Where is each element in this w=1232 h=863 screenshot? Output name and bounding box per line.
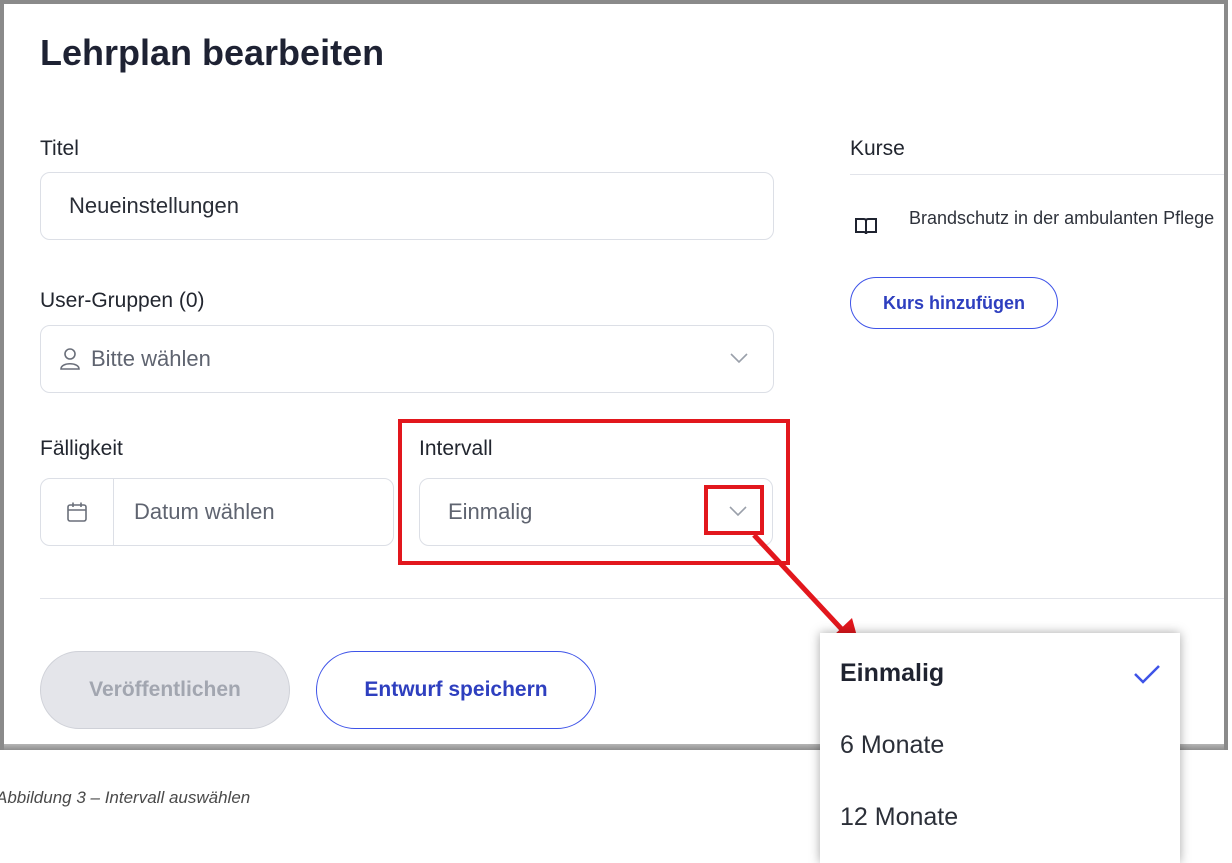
dropdown-option-12-monate[interactable]: 12 Monate xyxy=(840,803,958,832)
dropdown-option-6-monate[interactable]: 6 Monate xyxy=(840,731,944,760)
checkmark-icon xyxy=(1134,665,1160,684)
dropdown-option-einmalig[interactable]: Einmalig xyxy=(840,659,944,688)
interval-dropdown-menu: Einmalig 6 Monate 12 Monate xyxy=(820,633,1180,863)
figure-caption: Abbildung 3 – Intervall auswählen xyxy=(0,788,251,807)
